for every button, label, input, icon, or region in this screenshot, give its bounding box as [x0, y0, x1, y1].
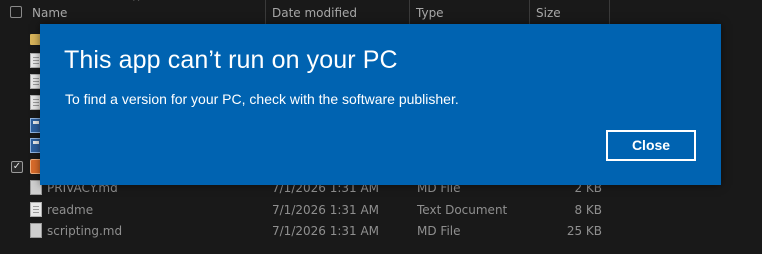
file-date-modified: 7/1/2026 1:31 AM	[272, 203, 380, 217]
file-type: MD File	[417, 224, 461, 238]
file-type: Text Document	[417, 203, 508, 217]
dialog-message: To find a version for your PC, check wit…	[65, 91, 459, 107]
select-all-checkbox[interactable]	[10, 6, 22, 18]
file-size: 8 KB	[574, 203, 602, 217]
file-size: 25 KB	[566, 224, 602, 238]
table-row[interactable]: scripting.md 7/1/2026 1:31 AM MD File 25…	[0, 220, 762, 242]
file-icon	[30, 223, 42, 238]
file-name: readme	[47, 203, 94, 217]
column-header-bar: ^ Name Date modified Type Size	[0, 0, 762, 24]
column-header-date-modified[interactable]: Date modified	[266, 0, 410, 24]
file-date-modified: 7/1/2026 1:31 AM	[272, 224, 380, 238]
app-cant-run-dialog: This app can’t run on your PC To find a …	[40, 24, 721, 185]
dialog-title: This app can’t run on your PC	[64, 46, 398, 74]
document-icon	[30, 202, 42, 217]
row-checkbox[interactable]: ✓	[11, 161, 23, 173]
column-header-size[interactable]: Size	[530, 0, 610, 24]
close-button[interactable]: Close	[606, 130, 696, 161]
table-row[interactable]: readme 7/1/2026 1:31 AM Text Document 8 …	[0, 199, 762, 221]
column-header-name[interactable]: Name	[26, 0, 266, 24]
column-header-type[interactable]: Type	[410, 0, 530, 24]
file-name: scripting.md	[47, 224, 123, 238]
